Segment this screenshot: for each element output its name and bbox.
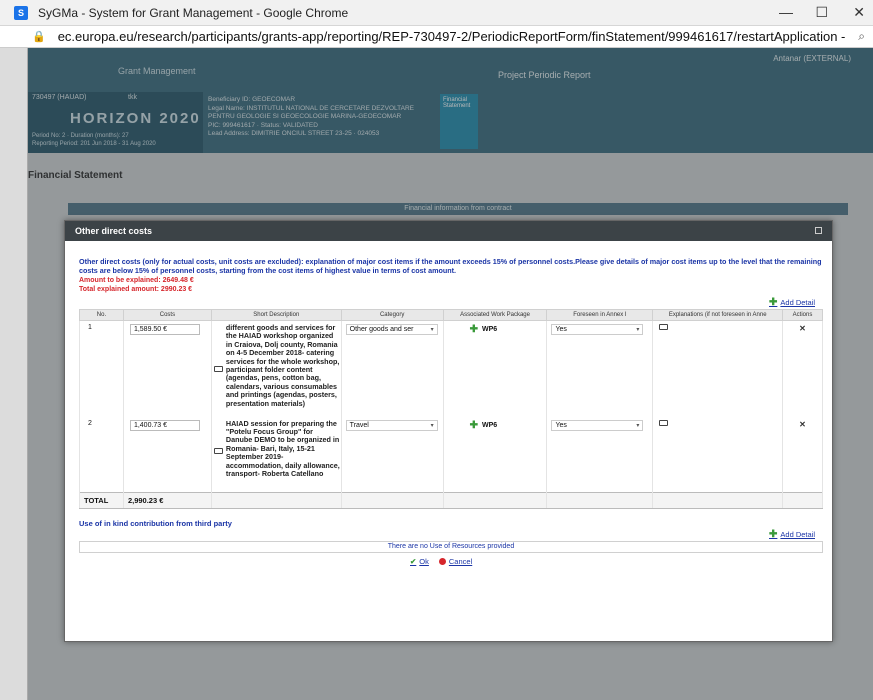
page-gutter	[0, 48, 28, 700]
short-description: different goods and services for the HAI…	[225, 323, 340, 408]
col-header: Foreseen in Annex I	[546, 309, 654, 321]
chevron-down-icon: ▾	[430, 327, 434, 333]
minimize-icon[interactable]: —	[779, 4, 793, 20]
add-detail-button[interactable]: ✚ Add Detail	[769, 297, 815, 308]
table-header-row: No. Costs Short Description Category Ass…	[79, 309, 823, 321]
ok-button[interactable]: ✔ Ok	[410, 557, 429, 566]
chevron-down-icon: ▾	[430, 422, 434, 429]
maximize-icon[interactable]: ☐	[815, 4, 828, 21]
col-header: Short Description	[210, 309, 342, 321]
category-select[interactable]: Travel ▾	[345, 419, 438, 431]
chevron-down-icon: ▾	[636, 422, 640, 429]
foreseen-select[interactable]: Yes ▾	[551, 324, 644, 335]
sygma-app-icon: S	[14, 5, 28, 20]
category-select[interactable]: Other goods and ser ▾	[345, 324, 438, 335]
browser-titlebar: S SyGMa - System for Grant Management - …	[0, 0, 873, 26]
edit-note-icon[interactable]	[213, 447, 223, 454]
col-header: Associated Work Package	[442, 309, 548, 321]
dialog-header: Other direct costs	[65, 221, 832, 241]
lock-icon: 🔒	[32, 31, 46, 43]
short-description: HAIAD session for preparing the "Potelu …	[225, 418, 340, 478]
dialog-close-icon[interactable]	[815, 227, 822, 234]
col-header: Actions	[782, 309, 823, 321]
plus-icon: ✚	[769, 297, 778, 308]
url-text[interactable]: ec.europa.eu/research/participants/grant…	[58, 29, 846, 44]
total-row: TOTAL 2,990.23 €	[79, 492, 823, 509]
table-row: 1 1,589.50 € different goods and service…	[79, 320, 823, 417]
col-header: Explanations (if not foreseen in Anne	[652, 309, 784, 321]
col-header: Costs	[122, 309, 212, 321]
plus-icon: ✚	[469, 419, 479, 431]
foreseen-select[interactable]: Yes ▾	[551, 419, 644, 431]
search-icon[interactable]: ⌕	[858, 29, 865, 44]
chevron-down-icon: ▾	[636, 327, 640, 333]
dialog-title: Other direct costs	[75, 226, 153, 236]
dialog-actions: ✔ Ok Cancel	[410, 557, 472, 566]
cost-input[interactable]: 1,400.73 €	[129, 419, 200, 431]
no-resources-message: There are no Use of Resources provided	[79, 541, 823, 553]
delete-row-icon[interactable]: ✕	[799, 420, 806, 429]
window-title: SyGMa - System for Grant Management - Go…	[38, 5, 349, 20]
explanation-icon[interactable]	[659, 324, 669, 330]
col-header: No.	[79, 309, 124, 321]
explanation-icon[interactable]	[659, 419, 669, 426]
plus-icon: ✚	[469, 324, 479, 335]
edit-note-icon[interactable]	[213, 366, 223, 372]
cancel-button[interactable]: Cancel	[438, 557, 472, 566]
total-value: 2,990.23 €	[122, 492, 212, 509]
close-window-icon[interactable]: ✕	[853, 4, 865, 21]
table-row: 2 1,400.73 € HAIAD session for preparing…	[79, 416, 823, 493]
work-package[interactable]: ✚ WP6	[470, 324, 547, 335]
address-bar[interactable]: 🔒 ec.europa.eu/research/participants/gra…	[0, 26, 873, 48]
row-number: 2	[79, 416, 124, 493]
add-detail-button[interactable]: ✚ Add Detail	[769, 529, 815, 540]
amount-to-explain: Amount to be explained: 2649.48 €	[79, 277, 194, 284]
costs-table: No. Costs Short Description Category Ass…	[79, 309, 823, 509]
total-label: TOTAL	[79, 492, 124, 509]
inkind-heading: Use of in kind contribution from third p…	[79, 519, 232, 528]
plus-icon: ✚	[769, 529, 778, 540]
cancel-icon	[438, 558, 446, 565]
cost-input[interactable]: 1,589.50 €	[129, 324, 200, 335]
dialog-instructions: Other direct costs (only for actual cost…	[79, 257, 822, 275]
delete-row-icon[interactable]: ✕	[799, 324, 806, 333]
work-package[interactable]: ✚ WP6	[470, 420, 547, 431]
row-number: 1	[79, 320, 124, 417]
check-icon: ✔	[410, 557, 417, 566]
other-direct-costs-dialog: Other direct costs Other direct costs (o…	[64, 220, 833, 642]
col-header: Category	[340, 309, 444, 321]
total-explained: Total explained amount: 2990.23 €	[79, 286, 193, 293]
